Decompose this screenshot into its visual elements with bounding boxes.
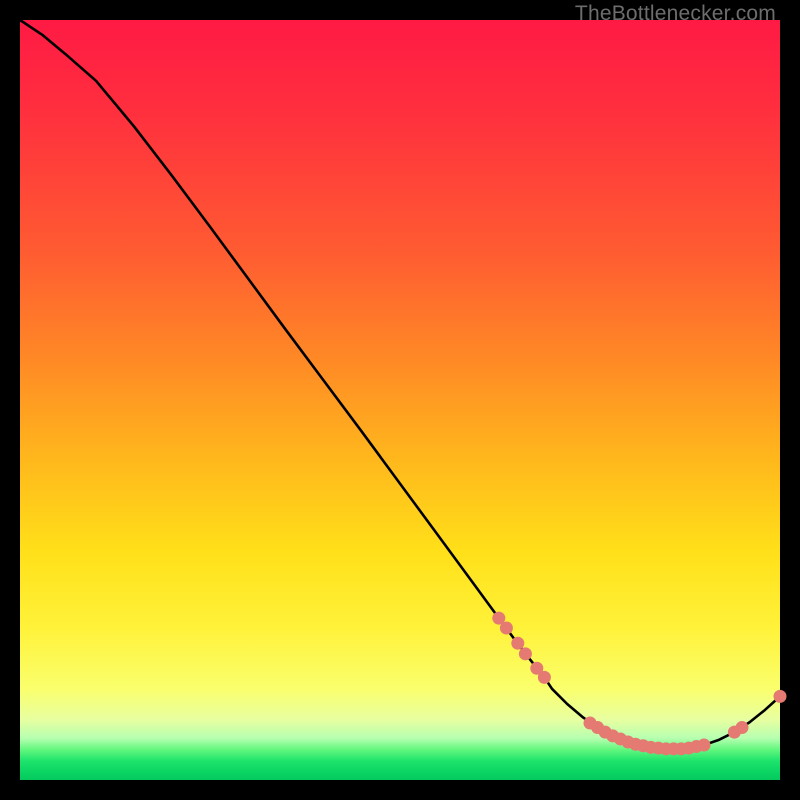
chart-svg xyxy=(20,20,780,780)
chart-line-layer xyxy=(20,20,780,749)
curve-line xyxy=(20,20,780,749)
plot-area xyxy=(20,20,780,780)
data-point xyxy=(538,671,551,684)
data-point xyxy=(511,637,524,650)
data-point xyxy=(774,690,787,703)
data-point xyxy=(698,739,711,752)
chart-frame: TheBottlenecker.com xyxy=(0,0,800,800)
data-point xyxy=(736,721,749,734)
data-point xyxy=(500,622,513,635)
chart-marker-layer xyxy=(492,612,786,756)
watermark-text: TheBottlenecker.com xyxy=(575,2,776,26)
data-point xyxy=(519,647,532,660)
